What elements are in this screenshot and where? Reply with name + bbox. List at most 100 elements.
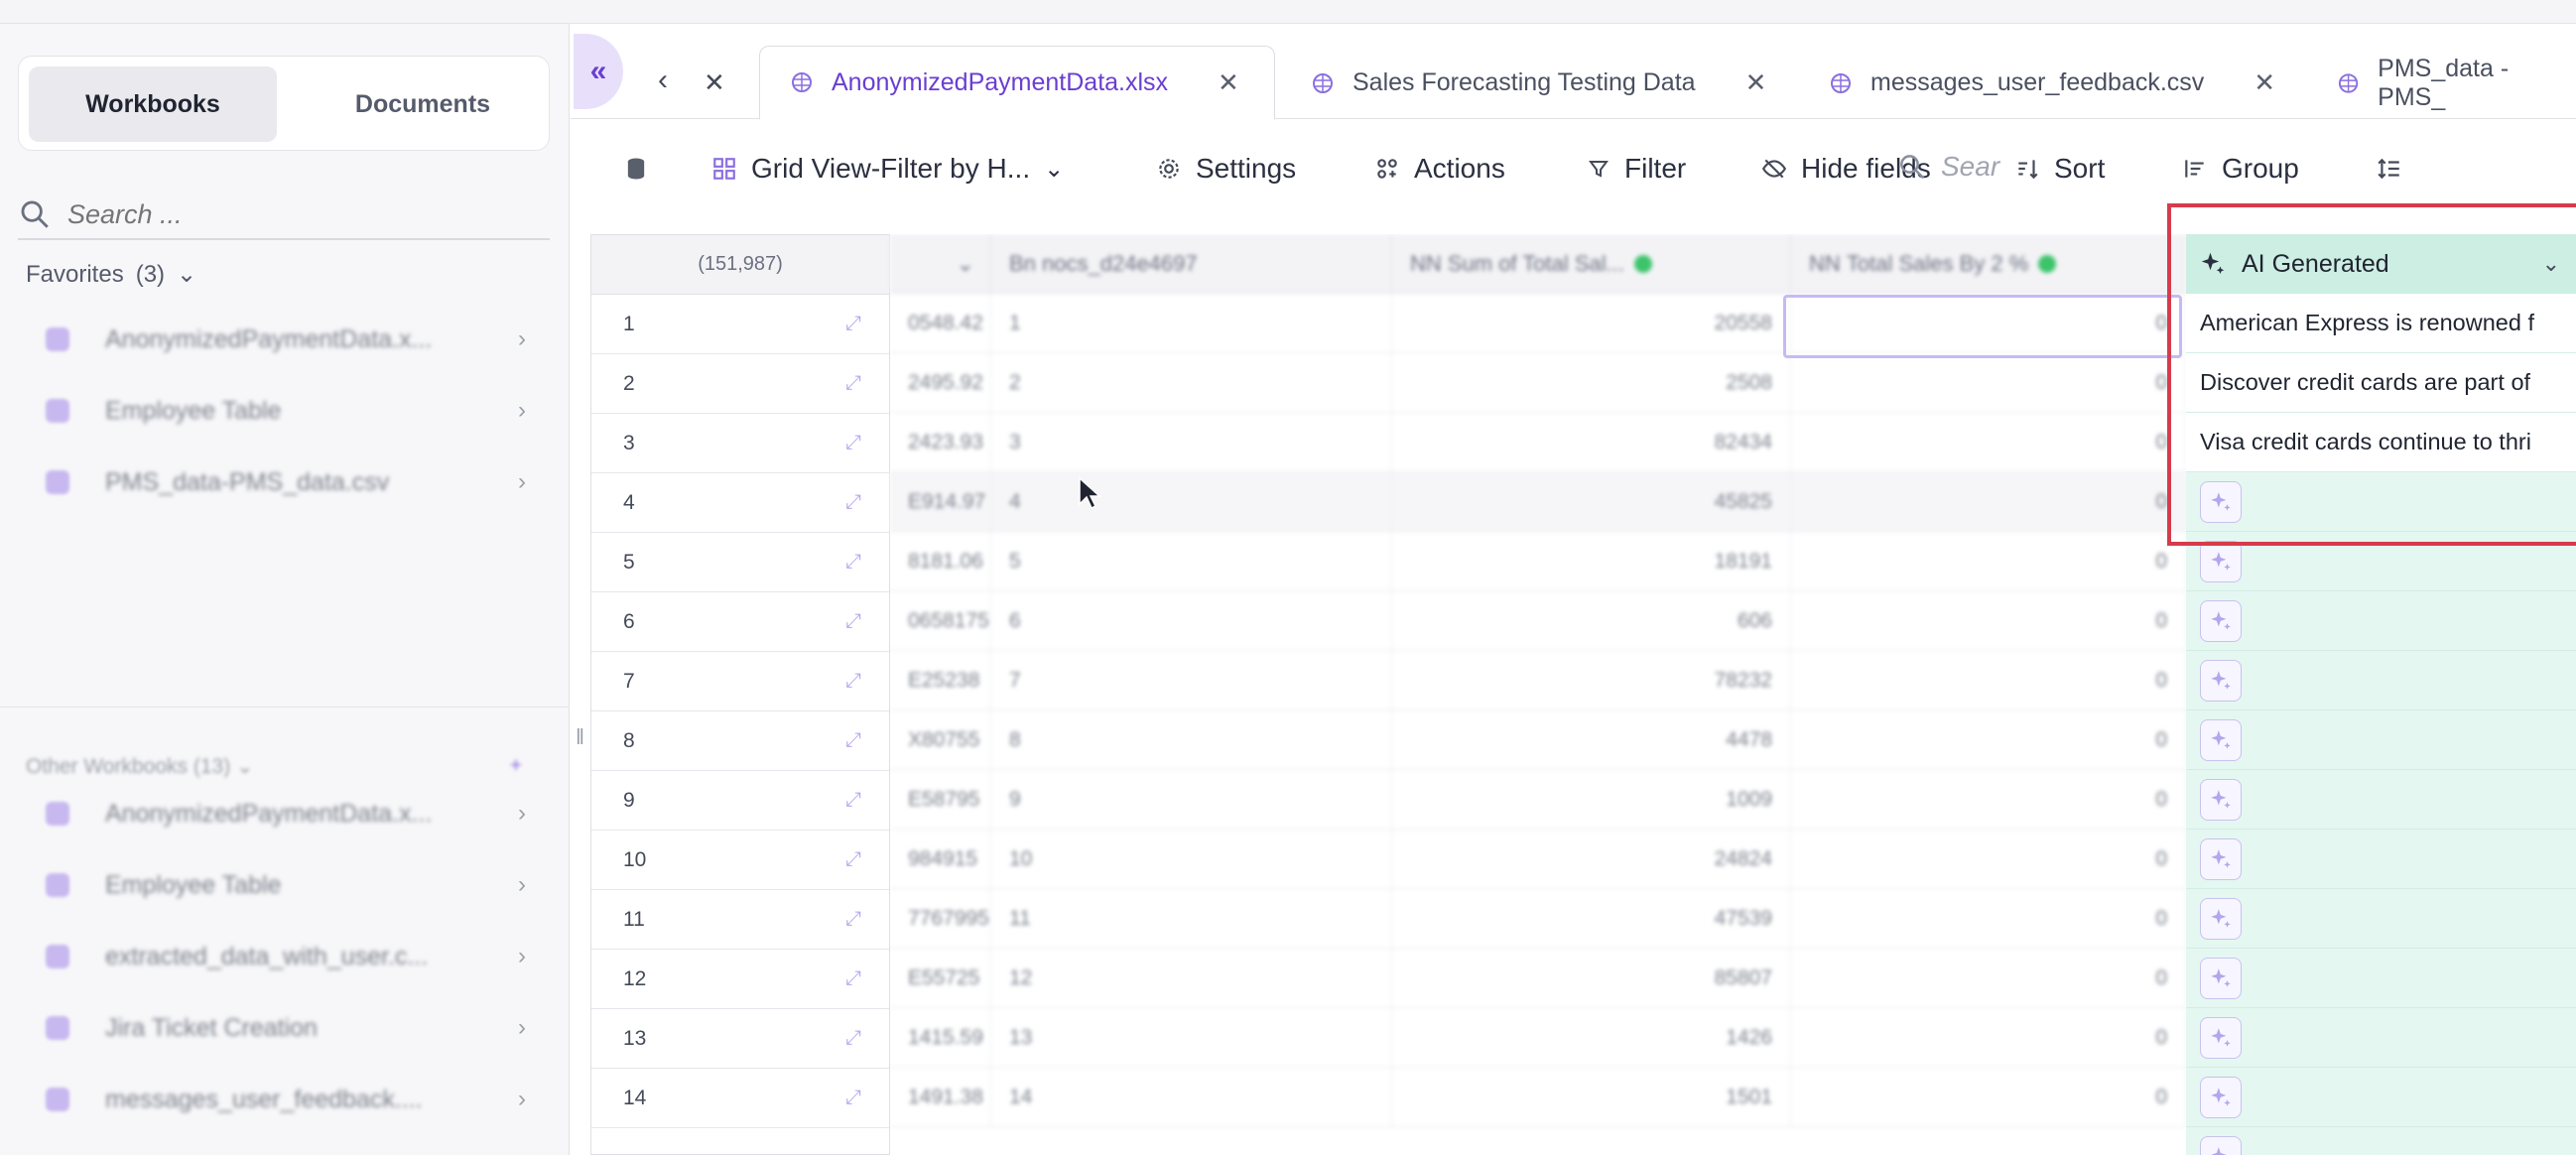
expand-row-icon[interactable]: ⤢ [845, 908, 861, 931]
workbooks-tab[interactable]: Workbooks [29, 66, 277, 142]
table-cell[interactable]: 20558 [1392, 294, 1791, 353]
table-cell[interactable]: 984915 [890, 830, 991, 889]
table-cell[interactable]: 1009 [1392, 770, 1791, 830]
table-cell[interactable]: 0 [1791, 591, 2186, 651]
table-cell[interactable]: 0 [1791, 830, 2186, 889]
table-cell[interactable]: 0 [1791, 1068, 2186, 1127]
table-cell[interactable]: 78232 [1392, 651, 1791, 710]
table-cell[interactable]: 85807 [1392, 949, 1791, 1008]
column-header[interactable]: NN Total Sales By 2 % [1791, 234, 2186, 294]
close-icon[interactable]: ✕ [1745, 67, 1767, 98]
table-cell[interactable]: 0 [1791, 472, 2186, 532]
generate-sparkle-icon[interactable] [2200, 1076, 2242, 1118]
generate-sparkle-icon[interactable] [2200, 957, 2242, 999]
table-cell[interactable]: 7767995 [890, 889, 991, 949]
table-cell[interactable]: 0 [1791, 353, 2186, 413]
table-cell[interactable]: 13 [991, 1008, 1392, 1068]
expand-row-icon[interactable]: ⤢ [845, 967, 861, 990]
generate-sparkle-icon[interactable] [2200, 897, 2242, 940]
expand-row-icon[interactable]: ⤢ [845, 432, 861, 454]
table-cell[interactable]: 5 [991, 532, 1392, 591]
expand-row-icon[interactable]: ⤢ [845, 551, 861, 574]
close-all-icon[interactable]: ✕ [704, 67, 725, 98]
close-icon[interactable]: ✕ [1218, 67, 1239, 98]
workbook-item[interactable]: messages_user_feedback.... › [0, 1064, 570, 1135]
expand-row-icon[interactable]: ⤢ [845, 610, 861, 633]
expand-row-icon[interactable]: ⤢ [845, 313, 861, 335]
favorites-header[interactable]: Favorites (3) ⌄ [26, 260, 196, 289]
table-cell[interactable]: 4 [991, 472, 1392, 532]
table-cell[interactable]: 1491.38 [890, 1068, 991, 1127]
table-cell[interactable]: 0658175 [890, 591, 991, 651]
generate-sparkle-icon[interactable] [2200, 837, 2242, 880]
table-cell[interactable]: 2 [991, 353, 1392, 413]
table-cell[interactable]: 0 [1791, 651, 2186, 710]
workbook-item[interactable]: AnonymizedPaymentData.x... › [0, 778, 570, 849]
table-cell[interactable]: 8 [991, 710, 1392, 770]
table-cell[interactable]: 0 [1791, 889, 2186, 949]
generate-sparkle-icon[interactable] [2200, 599, 2242, 642]
favorite-item[interactable]: AnonymizedPaymentData.x... › [0, 304, 570, 375]
filter-button[interactable]: Filter [1587, 147, 1686, 191]
documents-tab[interactable]: Documents [299, 66, 547, 142]
actions-button[interactable]: Actions [1374, 147, 1505, 191]
table-cell[interactable]: 18191 [1392, 532, 1791, 591]
row-number-cell[interactable]: 1 ⤢ [591, 295, 889, 354]
expand-row-icon[interactable]: ⤢ [845, 1027, 861, 1050]
table-cell[interactable]: 1426 [1392, 1008, 1791, 1068]
row-number-cell[interactable]: 11 ⤢ [591, 890, 889, 950]
table-cell[interactable]: E25238 [890, 651, 991, 710]
expand-row-icon[interactable]: ⤢ [845, 1087, 861, 1109]
table-cell[interactable]: 10 [991, 830, 1392, 889]
generate-sparkle-icon[interactable] [2200, 659, 2242, 702]
table-cell[interactable]: E58795 [890, 770, 991, 830]
database-icon[interactable] [622, 147, 650, 191]
table-cell[interactable]: 3 [991, 413, 1392, 472]
table-cell[interactable]: 7 [991, 651, 1392, 710]
column-header[interactable]: NN Sum of Total Sal... [1392, 234, 1791, 294]
workbook-item[interactable]: Jira Ticket Creation › [0, 992, 570, 1064]
expand-row-icon[interactable]: ⤢ [845, 670, 861, 693]
table-cell[interactable]: E914.97 [890, 472, 991, 532]
generate-sparkle-icon[interactable] [2200, 1135, 2242, 1155]
sort-button[interactable]: Sort [2014, 147, 2105, 191]
row-height-button[interactable] [2377, 147, 2402, 191]
row-number-cell[interactable]: 4 ⤢ [591, 473, 889, 533]
expand-row-icon[interactable]: ⤢ [845, 789, 861, 812]
table-cell[interactable]: 0 [1791, 949, 2186, 1008]
table-cell[interactable]: 82434 [1392, 413, 1791, 472]
sidebar-search-input[interactable] [67, 198, 534, 230]
tab-sales-forecasting[interactable]: Sales Forecasting Testing Data ✕ [1311, 46, 1766, 120]
table-cell[interactable]: 12 [991, 949, 1392, 1008]
table-cell[interactable]: 24824 [1392, 830, 1791, 889]
workbook-item[interactable]: Employee Table › [0, 849, 570, 921]
expand-row-icon[interactable]: ⤢ [845, 491, 861, 514]
generate-sparkle-icon[interactable] [2200, 778, 2242, 821]
grid-search[interactable]: Sear [1897, 151, 1999, 183]
add-icon[interactable]: + [510, 754, 522, 779]
favorite-item[interactable]: Employee Table › [0, 375, 570, 447]
table-cell[interactable]: 0 [1791, 770, 2186, 830]
table-cell[interactable]: 14 [991, 1068, 1392, 1127]
favorite-item[interactable]: PMS_data-PMS_data.csv › [0, 447, 570, 518]
row-number-cell[interactable]: 7 ⤢ [591, 652, 889, 711]
table-cell[interactable]: 2423.93 [890, 413, 991, 472]
row-number-cell[interactable]: 14 ⤢ [591, 1069, 889, 1128]
column-header[interactable]: Bn nocs_d24e4697 [991, 234, 1392, 294]
close-icon[interactable]: ✕ [2254, 67, 2275, 98]
row-number-cell[interactable]: 9 ⤢ [591, 771, 889, 831]
table-cell[interactable]: 0548.42 [890, 294, 991, 353]
selected-cell[interactable] [1783, 295, 2182, 358]
other-workbooks-header[interactable]: Other Workbooks (13) ⌄ + [26, 754, 522, 779]
row-number-cell[interactable]: 2 ⤢ [591, 354, 889, 414]
tab-messages-user-feedback[interactable]: messages_user_feedback.csv ✕ [1829, 46, 2275, 120]
row-number-cell[interactable]: 5 ⤢ [591, 533, 889, 592]
row-number-cell[interactable]: 10 ⤢ [591, 831, 889, 890]
resize-handle[interactable]: ‖ [576, 724, 584, 750]
table-cell[interactable]: 45825 [1392, 472, 1791, 532]
table-cell[interactable]: 1 [991, 294, 1392, 353]
column-header[interactable]: ⌄ [890, 234, 991, 294]
settings-button[interactable]: Settings [1156, 147, 1296, 191]
tab-anonymized-payment-data[interactable]: AnonymizedPaymentData.xlsx ✕ [759, 46, 1275, 120]
generate-sparkle-icon[interactable] [2200, 718, 2242, 761]
